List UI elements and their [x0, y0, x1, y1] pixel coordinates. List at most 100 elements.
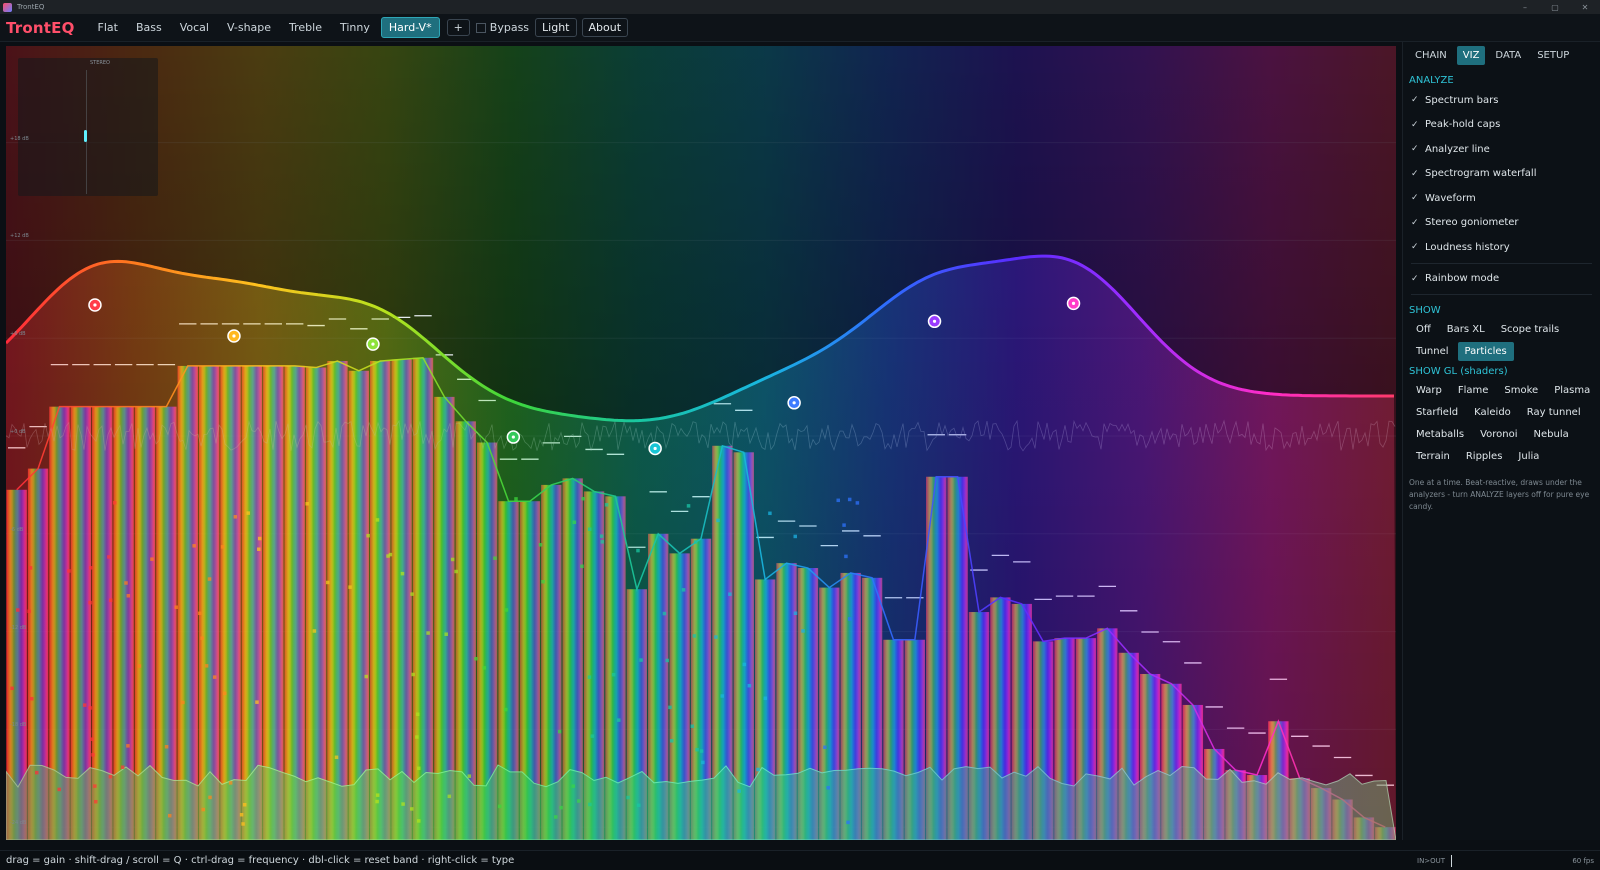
- tab-chain[interactable]: CHAIN: [1409, 46, 1453, 65]
- eq-band-handle-dot: [1071, 301, 1076, 305]
- check-label: Analyzer line: [1425, 143, 1490, 155]
- checkmark-icon: ✓: [1411, 193, 1419, 204]
- eq-visualizer[interactable]: STEREO +18 dB +12 dB +6 dB +0 dB -6 dB -12 dB…: [6, 46, 1396, 840]
- show-gl-heading: SHOW GL (shaders): [1409, 366, 1508, 377]
- check-label: Stereo goniometer: [1425, 217, 1519, 229]
- goniometer-trace: [84, 130, 87, 142]
- eq-band-handle-dot: [511, 435, 515, 439]
- gl-plasma[interactable]: Plasma: [1547, 381, 1597, 400]
- show-heading: SHOW: [1409, 305, 1441, 316]
- window-title: TrontEQ: [17, 3, 45, 11]
- gl-ripples[interactable]: Ripples: [1459, 447, 1510, 466]
- show-gl-note: One at a time. Beat-reactive, draws unde…: [1409, 478, 1590, 511]
- db-scale-label: -24 dB: [10, 820, 27, 827]
- in-out-meter-label: IN>OUT: [1417, 857, 1446, 865]
- show-scope-trails[interactable]: Scope trails: [1494, 320, 1567, 339]
- check-rainbow-mode[interactable]: ✓ Rainbow mode: [1411, 267, 1600, 292]
- spectrum-canvas[interactable]: [6, 46, 1396, 840]
- tab-data[interactable]: DATA: [1489, 46, 1527, 65]
- side-panel: CHAIN VIZ DATA SETUP ANALYZE ✓ Spectrum b…: [1402, 42, 1600, 840]
- gl-ray-tunnel[interactable]: Ray tunnel: [1520, 403, 1588, 422]
- bypass-toggle[interactable]: Bypass: [475, 21, 530, 34]
- tab-setup[interactable]: SETUP: [1531, 46, 1575, 65]
- check-peak-hold-caps[interactable]: ✓ Peak-hold caps: [1411, 113, 1600, 138]
- window-controls: – ▢ ✕: [1510, 0, 1600, 14]
- check-spectrum-bars[interactable]: ✓ Spectrum bars: [1411, 88, 1600, 113]
- check-waveform[interactable]: ✓ Waveform: [1411, 186, 1600, 211]
- preset-treble[interactable]: Treble: [282, 18, 329, 37]
- bypass-label: Bypass: [489, 21, 530, 34]
- tab-viz[interactable]: VIZ: [1456, 46, 1486, 65]
- db-scale-label: +6 dB: [10, 331, 26, 338]
- eq-band-handle-dot: [232, 334, 236, 338]
- db-scale-label: +18 dB: [10, 135, 29, 142]
- show-bars-xl[interactable]: Bars XL: [1440, 320, 1492, 339]
- checkmark-icon: ✓: [1411, 242, 1419, 253]
- checkmark-icon: ✓: [1411, 217, 1419, 228]
- show-options: Off Bars XL Scope trails Tunnel Particle…: [1409, 320, 1600, 364]
- eq-band-handle-dot: [371, 342, 375, 346]
- db-scale-label: +12 dB: [10, 233, 29, 240]
- db-scale-label: -6 dB: [10, 526, 24, 533]
- preset-vocal[interactable]: Vocal: [173, 18, 216, 37]
- app-logo: TrontEQ: [6, 18, 75, 37]
- check-label: Waveform: [1425, 192, 1476, 204]
- check-label: Loudness history: [1425, 241, 1510, 253]
- checkmark-icon: ✓: [1411, 144, 1419, 155]
- eq-band-handle-dot: [792, 401, 796, 405]
- show-off[interactable]: Off: [1409, 320, 1438, 339]
- gl-warp[interactable]: Warp: [1409, 381, 1449, 400]
- preset-hard-v[interactable]: Hard-V*: [380, 17, 440, 38]
- about-button[interactable]: About: [581, 18, 629, 37]
- title-bar: TrontEQ – ▢ ✕: [0, 0, 1600, 14]
- panel-tabs: CHAIN VIZ DATA SETUP: [1409, 46, 1600, 65]
- close-button[interactable]: ✕: [1570, 0, 1600, 14]
- check-label: Peak-hold caps: [1425, 119, 1501, 131]
- gl-voronoi[interactable]: Voronoi: [1473, 425, 1524, 444]
- gl-smoke[interactable]: Smoke: [1497, 381, 1545, 400]
- app-icon: [3, 2, 12, 12]
- check-label: Rainbow mode: [1425, 273, 1500, 285]
- preset-tinny[interactable]: Tinny: [333, 18, 377, 37]
- analyze-heading: ANALYZE: [1409, 75, 1454, 86]
- check-analyzer-line[interactable]: ✓ Analyzer line: [1411, 137, 1600, 162]
- stereo-goniometer: STEREO: [18, 58, 158, 196]
- preset-flat[interactable]: Flat: [91, 18, 125, 37]
- controls-hint: drag = gain · shift-drag / scroll = Q · …: [6, 855, 515, 866]
- bypass-checkbox[interactable]: [475, 22, 486, 33]
- status-bar: drag = gain · shift-drag / scroll = Q · …: [0, 850, 1600, 870]
- eq-band-handle-dot: [932, 319, 937, 323]
- checkmark-icon: ✓: [1411, 95, 1419, 106]
- light-theme-button[interactable]: Light: [535, 18, 577, 37]
- db-scale-label: +0 dB: [10, 429, 26, 435]
- add-preset-button[interactable]: +: [446, 19, 470, 36]
- check-stereo-goniometer[interactable]: ✓ Stereo goniometer: [1411, 211, 1600, 236]
- fps-counter: 60 fps: [1572, 857, 1594, 865]
- gl-terrain[interactable]: Terrain: [1409, 447, 1457, 466]
- analyze-list: ✓ Spectrum bars ✓ Peak-hold caps ✓ Analyzer…: [1411, 88, 1600, 260]
- check-loudness-history[interactable]: ✓ Loudness history: [1411, 235, 1600, 260]
- checkmark-icon: ✓: [1411, 273, 1419, 284]
- maximize-button[interactable]: ▢: [1540, 0, 1570, 14]
- show-particles[interactable]: Particles: [1457, 342, 1514, 361]
- gl-starfield[interactable]: Starfield: [1409, 403, 1465, 422]
- gl-flame[interactable]: Flame: [1451, 381, 1496, 400]
- preset-v-shape[interactable]: V-shape: [220, 18, 278, 37]
- gl-options: Warp Flame Smoke Plasma Starfield Kaleid…: [1409, 381, 1600, 469]
- show-tunnel[interactable]: Tunnel: [1409, 342, 1456, 361]
- check-label: Spectrogram waterfall: [1425, 168, 1537, 180]
- db-scale-label: -12 dB: [10, 624, 27, 631]
- divider: [1411, 294, 1592, 295]
- gl-kaleido[interactable]: Kaleido: [1467, 403, 1518, 422]
- gl-metaballs[interactable]: Metaballs: [1409, 425, 1471, 444]
- gl-nebula[interactable]: Nebula: [1527, 425, 1576, 444]
- divider: [1411, 262, 1592, 264]
- gl-julia[interactable]: Julia: [1511, 447, 1546, 466]
- checkmark-icon: ✓: [1411, 119, 1419, 130]
- eq-band-handle-dot: [653, 446, 657, 451]
- preset-bass[interactable]: Bass: [129, 18, 169, 37]
- db-scale-label: -18 dB: [10, 722, 27, 729]
- check-label: Spectrum bars: [1425, 94, 1499, 106]
- check-spectrogram-waterfall[interactable]: ✓ Spectrogram waterfall: [1411, 162, 1600, 187]
- minimize-button[interactable]: –: [1510, 0, 1540, 14]
